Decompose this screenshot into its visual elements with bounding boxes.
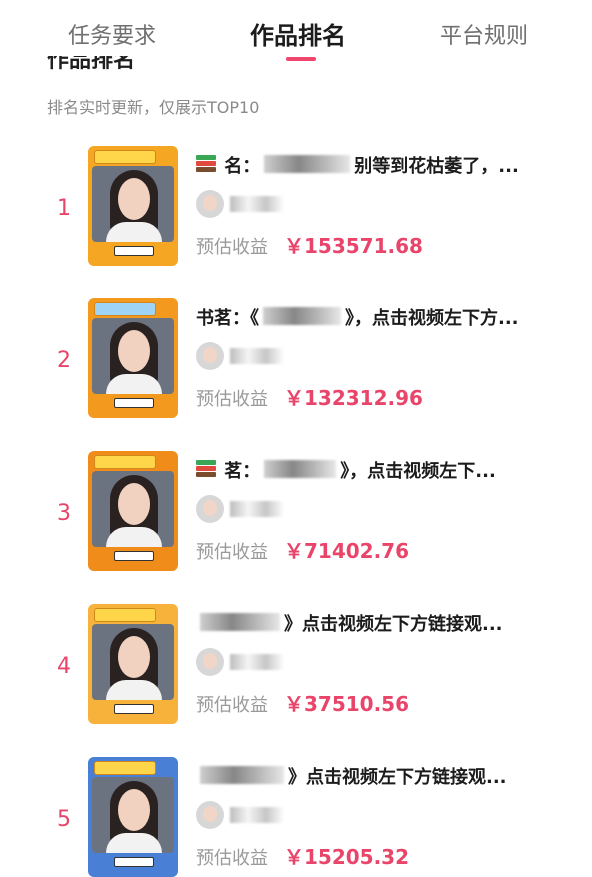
rank-number: 3 bbox=[57, 501, 71, 526]
video-thumbnail[interactable] bbox=[88, 757, 178, 877]
thumbnail-tag bbox=[114, 551, 154, 561]
estimated-earnings: 预估收益 ￥15205.32 bbox=[196, 841, 409, 870]
section-title: 作品排名 bbox=[47, 56, 136, 73]
ranking-row[interactable]: 1 名： 别等到花枯萎了，... 预估收益 ￥153571.68 bbox=[0, 140, 592, 280]
ranking-row[interactable]: 3 茗： 》，点击视频左下... 预估收益 ￥71402.76 bbox=[0, 445, 592, 585]
thumbnail-banner bbox=[94, 761, 156, 775]
rank-number: 2 bbox=[57, 348, 71, 373]
redacted-author-name bbox=[230, 807, 284, 823]
redacted-text bbox=[200, 766, 284, 784]
ranking-row[interactable]: 4 》点击视频左下方链接观... 预估收益 ￥37510.56 bbox=[0, 598, 592, 738]
work-title[interactable]: 》点击视频左下方链接观... bbox=[196, 610, 556, 636]
thumbnail-banner bbox=[94, 302, 156, 316]
thumbnail-tag bbox=[114, 857, 154, 867]
redacted-text bbox=[264, 155, 351, 173]
estimated-earnings: 预估收益 ￥37510.56 bbox=[196, 688, 409, 717]
author-avatar bbox=[196, 342, 224, 370]
video-thumbnail[interactable] bbox=[88, 604, 178, 724]
estimated-earnings: 预估收益 ￥71402.76 bbox=[196, 535, 409, 564]
earnings-label: 预估收益 bbox=[196, 695, 268, 716]
book-stack-icon bbox=[196, 460, 216, 478]
redacted-author-name bbox=[230, 348, 284, 364]
title-prefix: 名： bbox=[224, 156, 261, 177]
thumbnail-banner bbox=[94, 608, 156, 622]
thumbnail-tag bbox=[114, 398, 154, 408]
video-thumbnail[interactable] bbox=[88, 146, 178, 266]
video-thumbnail[interactable] bbox=[88, 451, 178, 571]
author-avatar bbox=[196, 648, 224, 676]
title-text: 》点击视频左下方链接观... bbox=[284, 614, 503, 635]
thumbnail-photo bbox=[92, 777, 174, 853]
rank-number: 5 bbox=[57, 807, 71, 832]
estimated-earnings: 预估收益 ￥153571.68 bbox=[196, 230, 423, 259]
tab-platform-rules[interactable]: 平台规则 bbox=[440, 18, 528, 50]
thumbnail-photo bbox=[92, 318, 174, 394]
title-text: 》，点击视频左下方... bbox=[345, 308, 519, 329]
work-title[interactable]: 》点击视频左下方链接观... bbox=[196, 763, 556, 789]
earnings-value: ￥153571.68 bbox=[284, 234, 423, 258]
thumbnail-tag bbox=[114, 704, 154, 714]
author-avatar bbox=[196, 801, 224, 829]
redacted-author-name bbox=[230, 501, 284, 517]
thumbnail-photo bbox=[92, 166, 174, 242]
thumbnail-photo bbox=[92, 471, 174, 547]
tab-task-requirements[interactable]: 任务要求 bbox=[68, 18, 156, 50]
ranking-row[interactable]: 5 》点击视频左下方链接观... 预估收益 ￥15205.32 bbox=[0, 751, 592, 877]
title-prefix: 茗： bbox=[224, 461, 261, 482]
redacted-text bbox=[263, 307, 341, 325]
rank-number: 1 bbox=[57, 196, 71, 221]
title-text: 》点击视频左下方链接观... bbox=[288, 767, 507, 788]
redacted-author-name bbox=[230, 654, 284, 670]
thumbnail-tag bbox=[114, 246, 154, 256]
title-text: 别等到花枯萎了，... bbox=[354, 156, 519, 177]
thumbnail-banner bbox=[94, 455, 156, 469]
redacted-text bbox=[200, 613, 280, 631]
active-tab-indicator bbox=[286, 57, 316, 61]
earnings-label: 预估收益 bbox=[196, 237, 268, 258]
earnings-value: ￥71402.76 bbox=[284, 539, 410, 563]
author-avatar bbox=[196, 190, 224, 218]
top-tab-bar: 任务要求 作品排名 平台规则 bbox=[0, 0, 592, 64]
earnings-label: 预估收益 bbox=[196, 542, 268, 563]
estimated-earnings: 预估收益 ￥132312.96 bbox=[196, 382, 423, 411]
thumbnail-banner bbox=[94, 150, 156, 164]
section-subtitle: 排名实时更新，仅展示TOP10 bbox=[47, 98, 260, 117]
tab-work-ranking[interactable]: 作品排名 bbox=[250, 16, 346, 51]
earnings-value: ￥132312.96 bbox=[284, 386, 423, 410]
work-title[interactable]: 书茗：《 》，点击视频左下方... bbox=[196, 304, 556, 330]
earnings-label: 预估收益 bbox=[196, 848, 268, 869]
redacted-author-name bbox=[230, 196, 284, 212]
rank-number: 4 bbox=[57, 654, 71, 679]
author-avatar bbox=[196, 495, 224, 523]
title-prefix: 书茗：《 bbox=[196, 308, 259, 329]
earnings-value: ￥37510.56 bbox=[284, 692, 410, 716]
redacted-text bbox=[264, 460, 337, 478]
ranking-row[interactable]: 2 书茗：《 》，点击视频左下方... 预估收益 ￥132312.96 bbox=[0, 292, 592, 432]
title-text: 》，点击视频左下... bbox=[340, 461, 496, 482]
work-title[interactable]: 名： 别等到花枯萎了，... bbox=[196, 152, 556, 178]
earnings-value: ￥15205.32 bbox=[284, 845, 410, 869]
thumbnail-photo bbox=[92, 624, 174, 700]
work-title[interactable]: 茗： 》，点击视频左下... bbox=[196, 457, 556, 483]
video-thumbnail[interactable] bbox=[88, 298, 178, 418]
earnings-label: 预估收益 bbox=[196, 389, 268, 410]
book-stack-icon bbox=[196, 155, 216, 173]
